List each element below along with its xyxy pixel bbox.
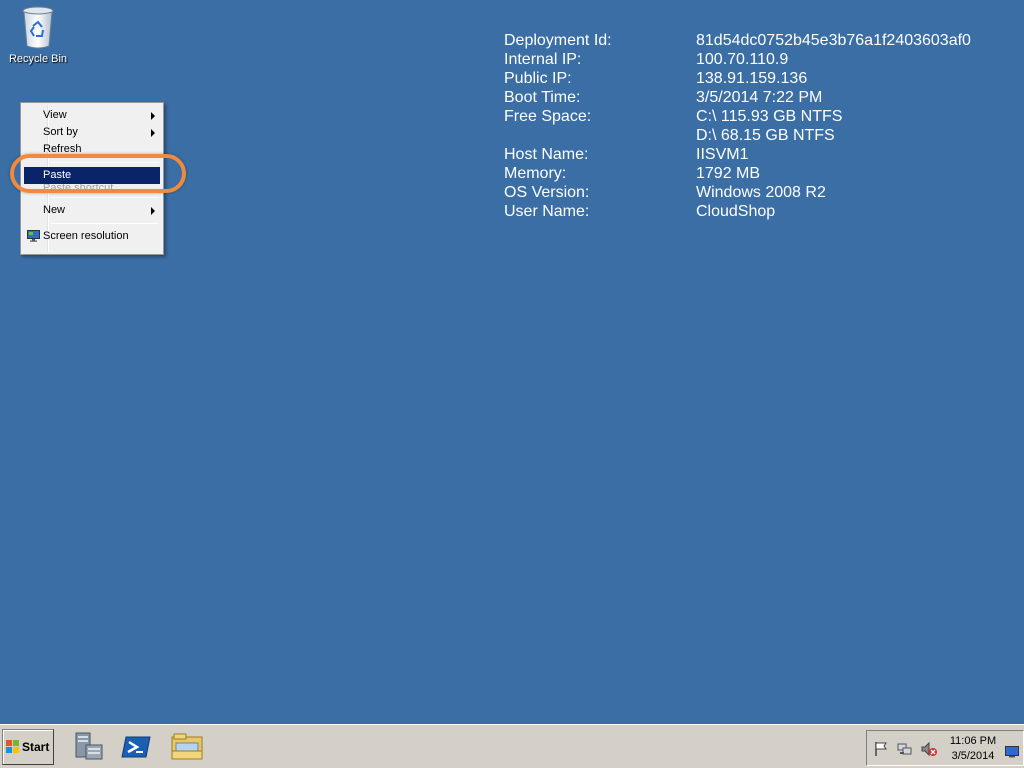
clock-time: 11:06 PM	[949, 735, 997, 747]
info-key: Free Space:	[504, 108, 592, 125]
info-value: IISVM1	[696, 146, 749, 163]
powershell-icon[interactable]	[120, 731, 154, 763]
volume-muted-icon[interactable]	[921, 741, 937, 757]
submenu-arrow-icon	[151, 129, 155, 137]
clock[interactable]: 11:06 PM 3/5/2014	[945, 734, 1001, 764]
submenu-arrow-icon	[151, 207, 155, 215]
menu-item-label: Screen resolution	[43, 230, 129, 242]
info-key: Boot Time:	[504, 89, 581, 106]
info-value: 81d54dc0752b45e3b76a1f2403603af0	[696, 32, 971, 49]
info-value: 3/5/2014 7:22 PM	[696, 89, 823, 106]
info-row: D:\ 68.15 GB NTFS	[504, 126, 971, 145]
info-row: Internal IP: 100.70.110.9	[504, 50, 971, 69]
menu-item-refresh[interactable]: Refresh	[23, 141, 161, 158]
info-key	[504, 126, 696, 145]
menu-item-label: Sort by	[43, 126, 78, 138]
info-value: 138.91.159.136	[696, 70, 808, 87]
windows-logo-icon	[6, 740, 20, 754]
menu-separator	[51, 197, 159, 198]
windows-explorer-icon[interactable]	[170, 731, 204, 763]
menu-item-label: New	[43, 204, 66, 216]
bginfo-panel: Deployment Id: 81d54dc0752b45e3b76a1f2403…	[504, 31, 971, 221]
system-tray: 11:06 PM 3/5/2014	[866, 730, 1024, 766]
menu-separator	[51, 162, 159, 163]
info-key: User Name:	[504, 203, 590, 220]
recycle-bin-icon	[21, 6, 55, 50]
info-value: CloudShop	[696, 203, 776, 220]
network-icon[interactable]	[897, 741, 913, 757]
info-key: Host Name:	[504, 146, 589, 163]
monitor-icon	[27, 230, 40, 242]
menu-item-label: Paste	[43, 169, 72, 181]
recycle-bin-shortcut[interactable]: Recycle Bin	[6, 6, 70, 65]
action-center-flag-icon[interactable]	[873, 741, 889, 757]
menu-item-paste[interactable]: Paste	[24, 167, 160, 184]
info-value: 1792 MB	[696, 165, 761, 182]
menu-item-label: Paste shortcut	[43, 184, 114, 193]
info-row: Public IP: 138.91.159.136	[504, 69, 971, 88]
submenu-arrow-icon	[151, 112, 155, 120]
clock-date: 3/5/2014	[951, 750, 995, 762]
info-row: Deployment Id: 81d54dc0752b45e3b76a1f2403…	[504, 31, 971, 50]
start-label: Start	[22, 740, 50, 754]
info-row: OS Version: Windows 2008 R2	[504, 183, 971, 202]
info-value: Windows 2008 R2	[696, 184, 826, 201]
info-row: User Name: CloudShop	[504, 202, 971, 221]
start-button[interactable]: Start	[2, 729, 54, 765]
info-value: C:\ 115.93 GB NTFS	[696, 108, 843, 125]
menu-item-view[interactable]: View	[23, 107, 161, 124]
menu-separator	[51, 223, 159, 224]
info-row: Boot Time: 3/5/2014 7:22 PM	[504, 88, 971, 107]
info-row: Host Name: IISVM1	[504, 145, 971, 164]
menu-item-screen-resolution[interactable]: Screen resolution	[23, 228, 161, 245]
info-value: 100.70.110.9	[696, 51, 789, 68]
info-key: Memory:	[504, 165, 567, 182]
menu-item-paste-shortcut[interactable]: Paste shortcut	[23, 184, 161, 193]
menu-item-label: Refresh	[43, 143, 82, 155]
server-manager-icon[interactable]	[70, 731, 104, 763]
menu-item-new[interactable]: New	[23, 202, 161, 219]
info-value: D:\ 68.15 GB NTFS	[696, 127, 835, 144]
menu-item-sort-by[interactable]: Sort by	[23, 124, 161, 141]
info-key: Public IP:	[504, 70, 572, 87]
desktop-context-menu: View Sort by Refresh Paste Paste shortcu…	[20, 102, 164, 255]
info-row: Memory: 1792 MB	[504, 164, 971, 183]
show-desktop-icon[interactable]	[1005, 743, 1019, 758]
taskbar: Start 11:06 PM 3/5/2014	[0, 724, 1024, 768]
info-row: Free Space: C:\ 115.93 GB NTFS	[504, 107, 971, 126]
info-key: Internal IP:	[504, 51, 582, 68]
info-key: OS Version:	[504, 184, 590, 201]
recycle-bin-label: Recycle Bin	[8, 53, 68, 65]
menu-item-label: View	[43, 109, 67, 121]
info-key: Deployment Id:	[504, 32, 612, 49]
